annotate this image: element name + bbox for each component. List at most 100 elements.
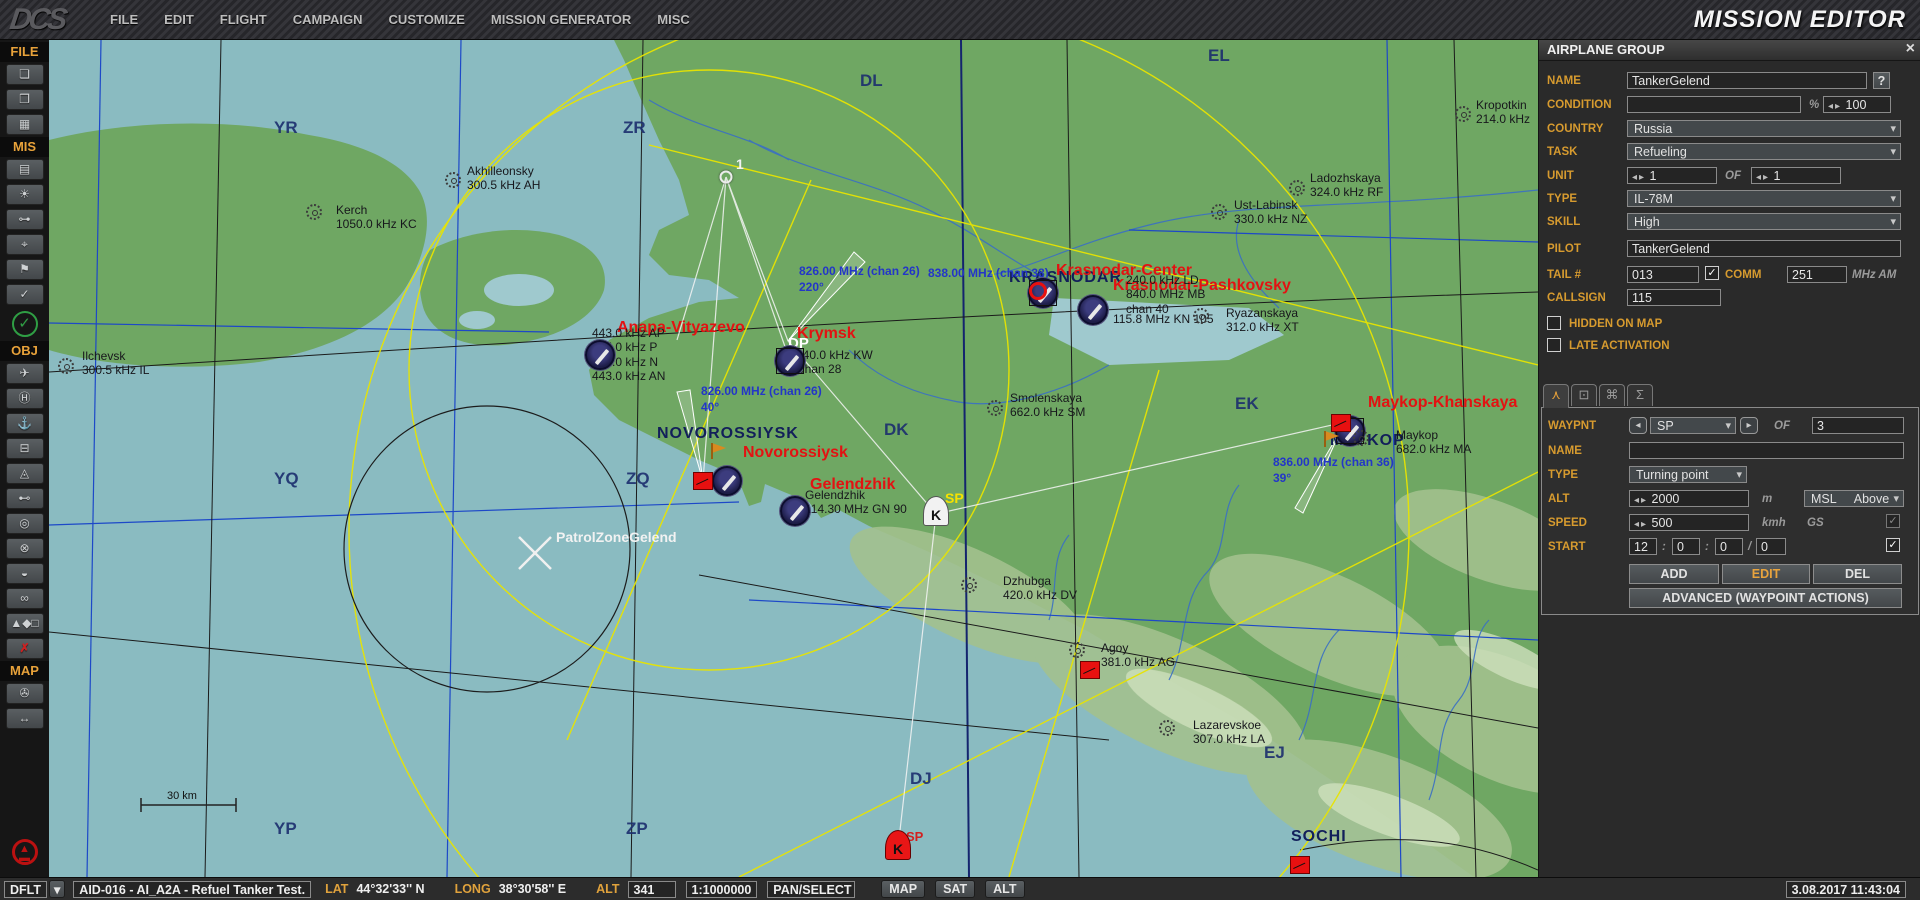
- add-static-object-icon[interactable]: ◬: [6, 463, 44, 484]
- new-mission-icon[interactable]: ❏: [6, 64, 44, 85]
- waypoint-dome-icon[interactable]: K: [885, 830, 911, 860]
- wp-type-dropdown[interactable]: Turning point▾: [1629, 466, 1747, 483]
- drawing-shapes-icon[interactable]: ▲◆□: [6, 613, 44, 634]
- validate-icon[interactable]: ✓: [12, 311, 38, 337]
- flags-icon[interactable]: ⚑: [6, 259, 44, 280]
- add-airplane-icon[interactable]: ✈: [6, 363, 44, 384]
- ground-unit-icon[interactable]: [1080, 661, 1100, 679]
- tail-number-input[interactable]: [1627, 266, 1699, 283]
- condition-percent-spinner[interactable]: ◂▸ 100: [1823, 96, 1891, 113]
- menu-item-mission-generator[interactable]: MISSION GENERATOR: [491, 12, 631, 27]
- pilot-input[interactable]: [1627, 240, 1901, 257]
- add-vehicle-icon[interactable]: ⊟: [6, 438, 44, 459]
- menu-item-edit[interactable]: EDIT: [164, 12, 194, 27]
- tab-summary[interactable]: Σ: [1627, 384, 1653, 406]
- callsign-input[interactable]: [1627, 289, 1721, 306]
- alt-ref-dropdown[interactable]: MSL Above ▾: [1804, 490, 1904, 507]
- farp-icon[interactable]: ◒: [6, 563, 44, 584]
- mission-options-icon[interactable]: ✓: [6, 284, 44, 305]
- task-dropdown[interactable]: Refueling▾: [1627, 143, 1901, 160]
- waypoint-circle-icon[interactable]: [720, 171, 733, 184]
- triggers-icon[interactable]: ⊶: [6, 209, 44, 230]
- add-waypoint-button[interactable]: ADD: [1629, 564, 1719, 584]
- mode-dropdown-button[interactable]: ▾: [49, 880, 65, 898]
- waypoint-prev-button[interactable]: ◂: [1629, 417, 1647, 434]
- waypoint-dome-icon[interactable]: K: [923, 496, 949, 526]
- menu-item-flight[interactable]: FLIGHT: [220, 12, 267, 27]
- type-dropdown[interactable]: IL-78M▾: [1627, 190, 1901, 207]
- menu-item-file[interactable]: FILE: [110, 12, 138, 27]
- exclusion-zone-icon[interactable]: ⊗: [6, 538, 44, 559]
- country-dropdown[interactable]: Russia▾: [1627, 120, 1901, 137]
- start-min-input[interactable]: [1715, 538, 1743, 555]
- close-icon[interactable]: ×: [1906, 40, 1915, 58]
- menu-item-customize[interactable]: CUSTOMIZE: [389, 12, 465, 27]
- sat-layer-button[interactable]: SAT: [935, 880, 975, 898]
- speed-spinner[interactable]: ◂▸ 500: [1629, 514, 1749, 531]
- delete-object-icon[interactable]: ✗: [6, 638, 44, 659]
- start-day-input[interactable]: [1629, 538, 1657, 555]
- ground-unit-icon[interactable]: [693, 472, 713, 490]
- menu-item-campaign[interactable]: CAMPAIGN: [293, 12, 363, 27]
- waypoint-dropdown[interactable]: SP▾: [1650, 417, 1736, 434]
- ground-unit-icon[interactable]: [1331, 414, 1351, 432]
- map-layer-button[interactable]: MAP: [881, 880, 925, 898]
- ground-unit-icon[interactable]: [1290, 856, 1310, 874]
- datetime: 3.08.2017 11:43:04: [1786, 881, 1906, 898]
- add-template-icon[interactable]: ⊷: [6, 488, 44, 509]
- tab-route[interactable]: ⋏: [1543, 384, 1569, 408]
- waypoint-total-input[interactable]: [1812, 417, 1904, 434]
- advanced-waypoint-actions-button[interactable]: ADVANCED (WAYPOINT ACTIONS): [1629, 588, 1902, 608]
- mode-select[interactable]: DFLT: [4, 881, 47, 898]
- condition-input[interactable]: [1627, 96, 1801, 113]
- weather-icon[interactable]: ☀: [6, 184, 44, 205]
- hidden-on-map-label: HIDDEN ON MAP: [1569, 318, 1662, 330]
- tool-mode[interactable]: PAN/SELECT: [767, 881, 855, 898]
- del-waypoint-button[interactable]: DEL: [1813, 564, 1902, 584]
- chevron-down-icon: ▾: [1890, 215, 1896, 228]
- ndb-icon: [1289, 180, 1305, 196]
- country-label: COUNTRY: [1547, 123, 1603, 135]
- waypoint-next-button[interactable]: ▸: [1740, 417, 1758, 434]
- mission-goals-icon[interactable]: ⌖: [6, 234, 44, 255]
- briefing-icon[interactable]: ▤: [6, 159, 44, 180]
- group-name-input[interactable]: [1627, 72, 1867, 89]
- panel-header[interactable]: AIRPLANE GROUP ×: [1539, 40, 1920, 61]
- edit-waypoint-button[interactable]: EDIT: [1722, 564, 1810, 584]
- alt-spinner[interactable]: ◂▸ 2000: [1629, 490, 1749, 507]
- airport-icon[interactable]: [712, 466, 742, 496]
- tab-systems[interactable]: ⌘: [1599, 384, 1625, 406]
- map-canvas[interactable]: YRZRDLELYQZQDKEKYPZPDJEJKRASNODARNOVOROS…: [49, 40, 1538, 877]
- add-helicopter-icon[interactable]: Ⓗ: [6, 388, 44, 409]
- wp-name-label: NAME: [1548, 445, 1582, 457]
- alt-layer-button[interactable]: ALT: [985, 880, 1024, 898]
- start-hour-input[interactable]: [1672, 538, 1700, 555]
- airport-icon[interactable]: [780, 496, 810, 526]
- ruler-icon[interactable]: ↔: [6, 708, 44, 729]
- start-sec-input[interactable]: [1756, 538, 1786, 555]
- open-mission-icon[interactable]: ❒: [6, 89, 44, 110]
- comm-checkbox[interactable]: ✓: [1705, 266, 1719, 280]
- exit-editor-icon[interactable]: ▲▬: [12, 839, 38, 865]
- late-activation-checkbox[interactable]: [1547, 338, 1561, 352]
- gs-checkbox[interactable]: ✓: [1886, 514, 1900, 528]
- help-button[interactable]: ?: [1873, 72, 1890, 89]
- start-checkbox[interactable]: ✓: [1886, 538, 1900, 552]
- save-mission-icon[interactable]: ▦: [6, 114, 44, 135]
- unit-ring-icon[interactable]: [1029, 282, 1047, 300]
- comm-freq-input[interactable]: [1787, 266, 1847, 283]
- unit-of-spinner[interactable]: ◂▸ 1: [1751, 167, 1841, 184]
- unit-count-spinner[interactable]: ◂▸ 1: [1627, 167, 1717, 184]
- hidden-on-map-checkbox[interactable]: [1547, 316, 1561, 330]
- skill-dropdown[interactable]: High▾: [1627, 213, 1901, 230]
- group-chain-icon[interactable]: ∞: [6, 588, 44, 609]
- trigger-zone-icon[interactable]: ◎: [6, 513, 44, 534]
- menu-item-misc[interactable]: MISC: [657, 12, 690, 27]
- add-ship-icon[interactable]: ⚓: [6, 413, 44, 434]
- wp-name-input[interactable]: [1629, 442, 1904, 459]
- airport-icon[interactable]: [1078, 295, 1108, 325]
- tab-frame[interactable]: ⊡: [1571, 384, 1597, 406]
- airport-icon[interactable]: [585, 340, 615, 370]
- map-key-icon[interactable]: ✇: [6, 683, 44, 704]
- separator: :: [1705, 541, 1709, 553]
